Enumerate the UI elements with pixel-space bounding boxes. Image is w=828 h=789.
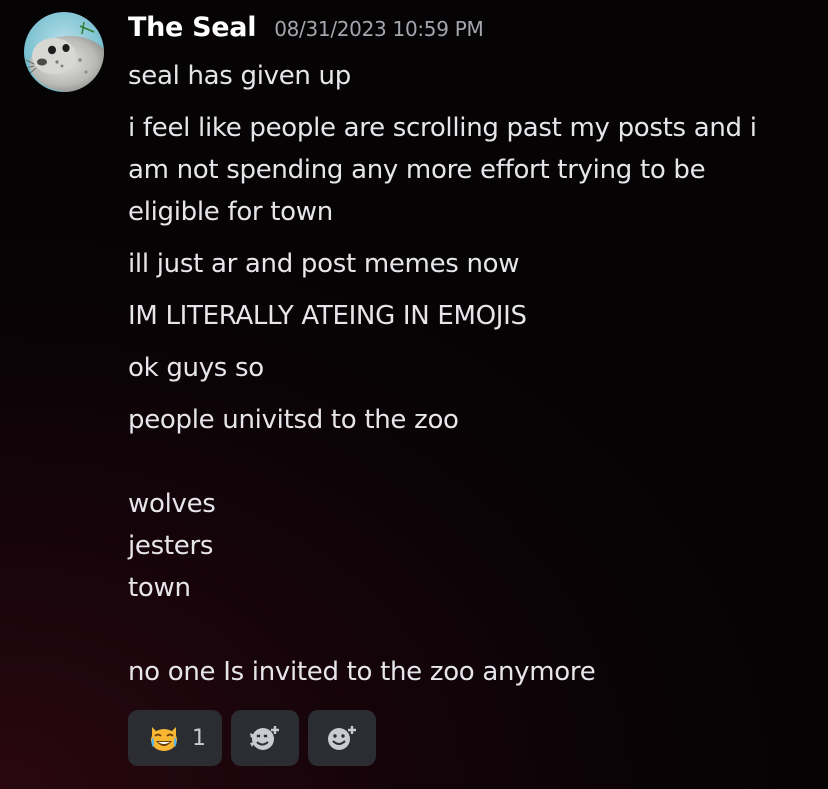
message-text: wolves xyxy=(128,489,216,519)
message-text: eligible for town xyxy=(128,197,333,227)
user-avatar[interactable] xyxy=(24,12,104,92)
message-line: seal has given up xyxy=(128,55,808,97)
reaction-count: 1 xyxy=(192,725,206,751)
timestamp: 08/31/2023 10:59 PM xyxy=(274,17,484,41)
message-text: people univitsd to the zoo xyxy=(128,405,459,435)
message-text: seal has given up xyxy=(128,61,351,91)
message-header: The Seal 08/31/2023 10:59 PM xyxy=(128,12,484,52)
crying-laughing-cat-emoji-icon xyxy=(151,727,177,751)
username[interactable]: The Seal xyxy=(128,12,256,43)
message-text: jesters xyxy=(128,531,214,561)
message-body: seal has given up i feel like people are… xyxy=(128,55,808,703)
message-text: IM LITERALLY ATEING IN EMOJIS xyxy=(128,301,527,331)
chat-message: The Seal 08/31/2023 10:59 PM seal has gi… xyxy=(0,0,828,789)
add-super-reaction-icon xyxy=(250,726,279,750)
message-line: i feel like people are scrolling past my… xyxy=(128,107,808,233)
add-reaction-button[interactable] xyxy=(308,710,376,766)
reaction-crying-laughing-cat[interactable]: 1 xyxy=(128,710,222,766)
message-text: am not spending any more effort trying t… xyxy=(128,155,706,185)
add-super-reaction-button[interactable] xyxy=(231,710,299,766)
add-reaction-icon xyxy=(328,726,356,750)
reaction-bar: 1 xyxy=(128,710,376,766)
message-text: no one Is invited to the zoo anymore xyxy=(128,657,596,687)
seal-avatar-icon xyxy=(24,12,104,92)
message-line: IM LITERALLY ATEING IN EMOJIS xyxy=(128,295,808,337)
message-text: ill just ar and post memes now xyxy=(128,249,520,279)
message-text: i feel like people are scrolling past my… xyxy=(128,113,757,143)
message-line: people univitsd to the zoo wolves jester… xyxy=(128,399,808,693)
message-text: ok guys so xyxy=(128,353,264,383)
message-line: ill just ar and post memes now xyxy=(128,243,808,285)
message-line: ok guys so xyxy=(128,347,808,389)
message-text: town xyxy=(128,573,191,603)
